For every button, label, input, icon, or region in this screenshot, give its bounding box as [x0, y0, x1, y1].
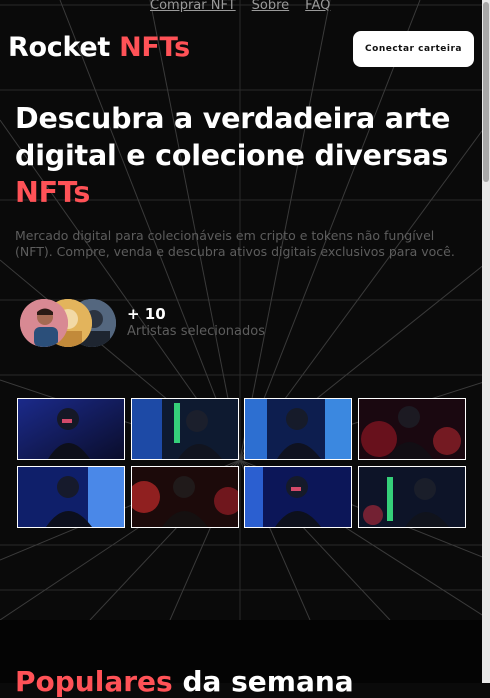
gallery-image[interactable] — [358, 398, 466, 460]
scrollbar-thumb[interactable] — [483, 2, 489, 182]
gallery-image[interactable] — [244, 398, 352, 460]
logo-accent: NFTs — [119, 32, 190, 63]
gallery-image[interactable] — [17, 398, 125, 460]
hero-title-text: Descubra a verdadeira arte digital e col… — [15, 102, 451, 172]
hero-description: Mercado digital para colecionáveis em cr… — [15, 228, 455, 259]
artists-count: + 10 — [127, 305, 166, 323]
hero-title: Descubra a verdadeira arte digital e col… — [15, 100, 455, 211]
popular-title-accent: Populares — [15, 665, 173, 698]
gallery-image[interactable] — [17, 466, 125, 528]
page: Comprar NFT Sobre FAQ Rocket NFTs Conect… — [0, 0, 482, 698]
top-nav: Comprar NFT Sobre FAQ — [150, 0, 330, 13]
artist-avatars — [20, 299, 120, 349]
avatar — [20, 299, 68, 347]
gallery-image[interactable] — [131, 398, 239, 460]
hero-title-accent: NFTs — [15, 176, 91, 209]
nav-link-comprar-nft[interactable]: Comprar NFT — [150, 0, 236, 13]
artists-label: Artistas selecionados — [127, 324, 265, 339]
nft-gallery — [17, 398, 469, 530]
connect-wallet-button[interactable]: Conectar carteira — [353, 31, 474, 67]
gallery-image[interactable] — [358, 466, 466, 528]
popular-title-text: da semana — [182, 665, 354, 698]
gallery-image[interactable] — [131, 466, 239, 528]
popular-title: Populares da semana — [15, 665, 354, 698]
scrollbar[interactable] — [482, 0, 490, 683]
logo[interactable]: Rocket NFTs — [8, 32, 190, 63]
logo-text: Rocket — [8, 32, 110, 63]
gallery-image[interactable] — [244, 466, 352, 528]
nav-link-faq[interactable]: FAQ — [305, 0, 330, 13]
nav-link-sobre[interactable]: Sobre — [252, 0, 290, 13]
